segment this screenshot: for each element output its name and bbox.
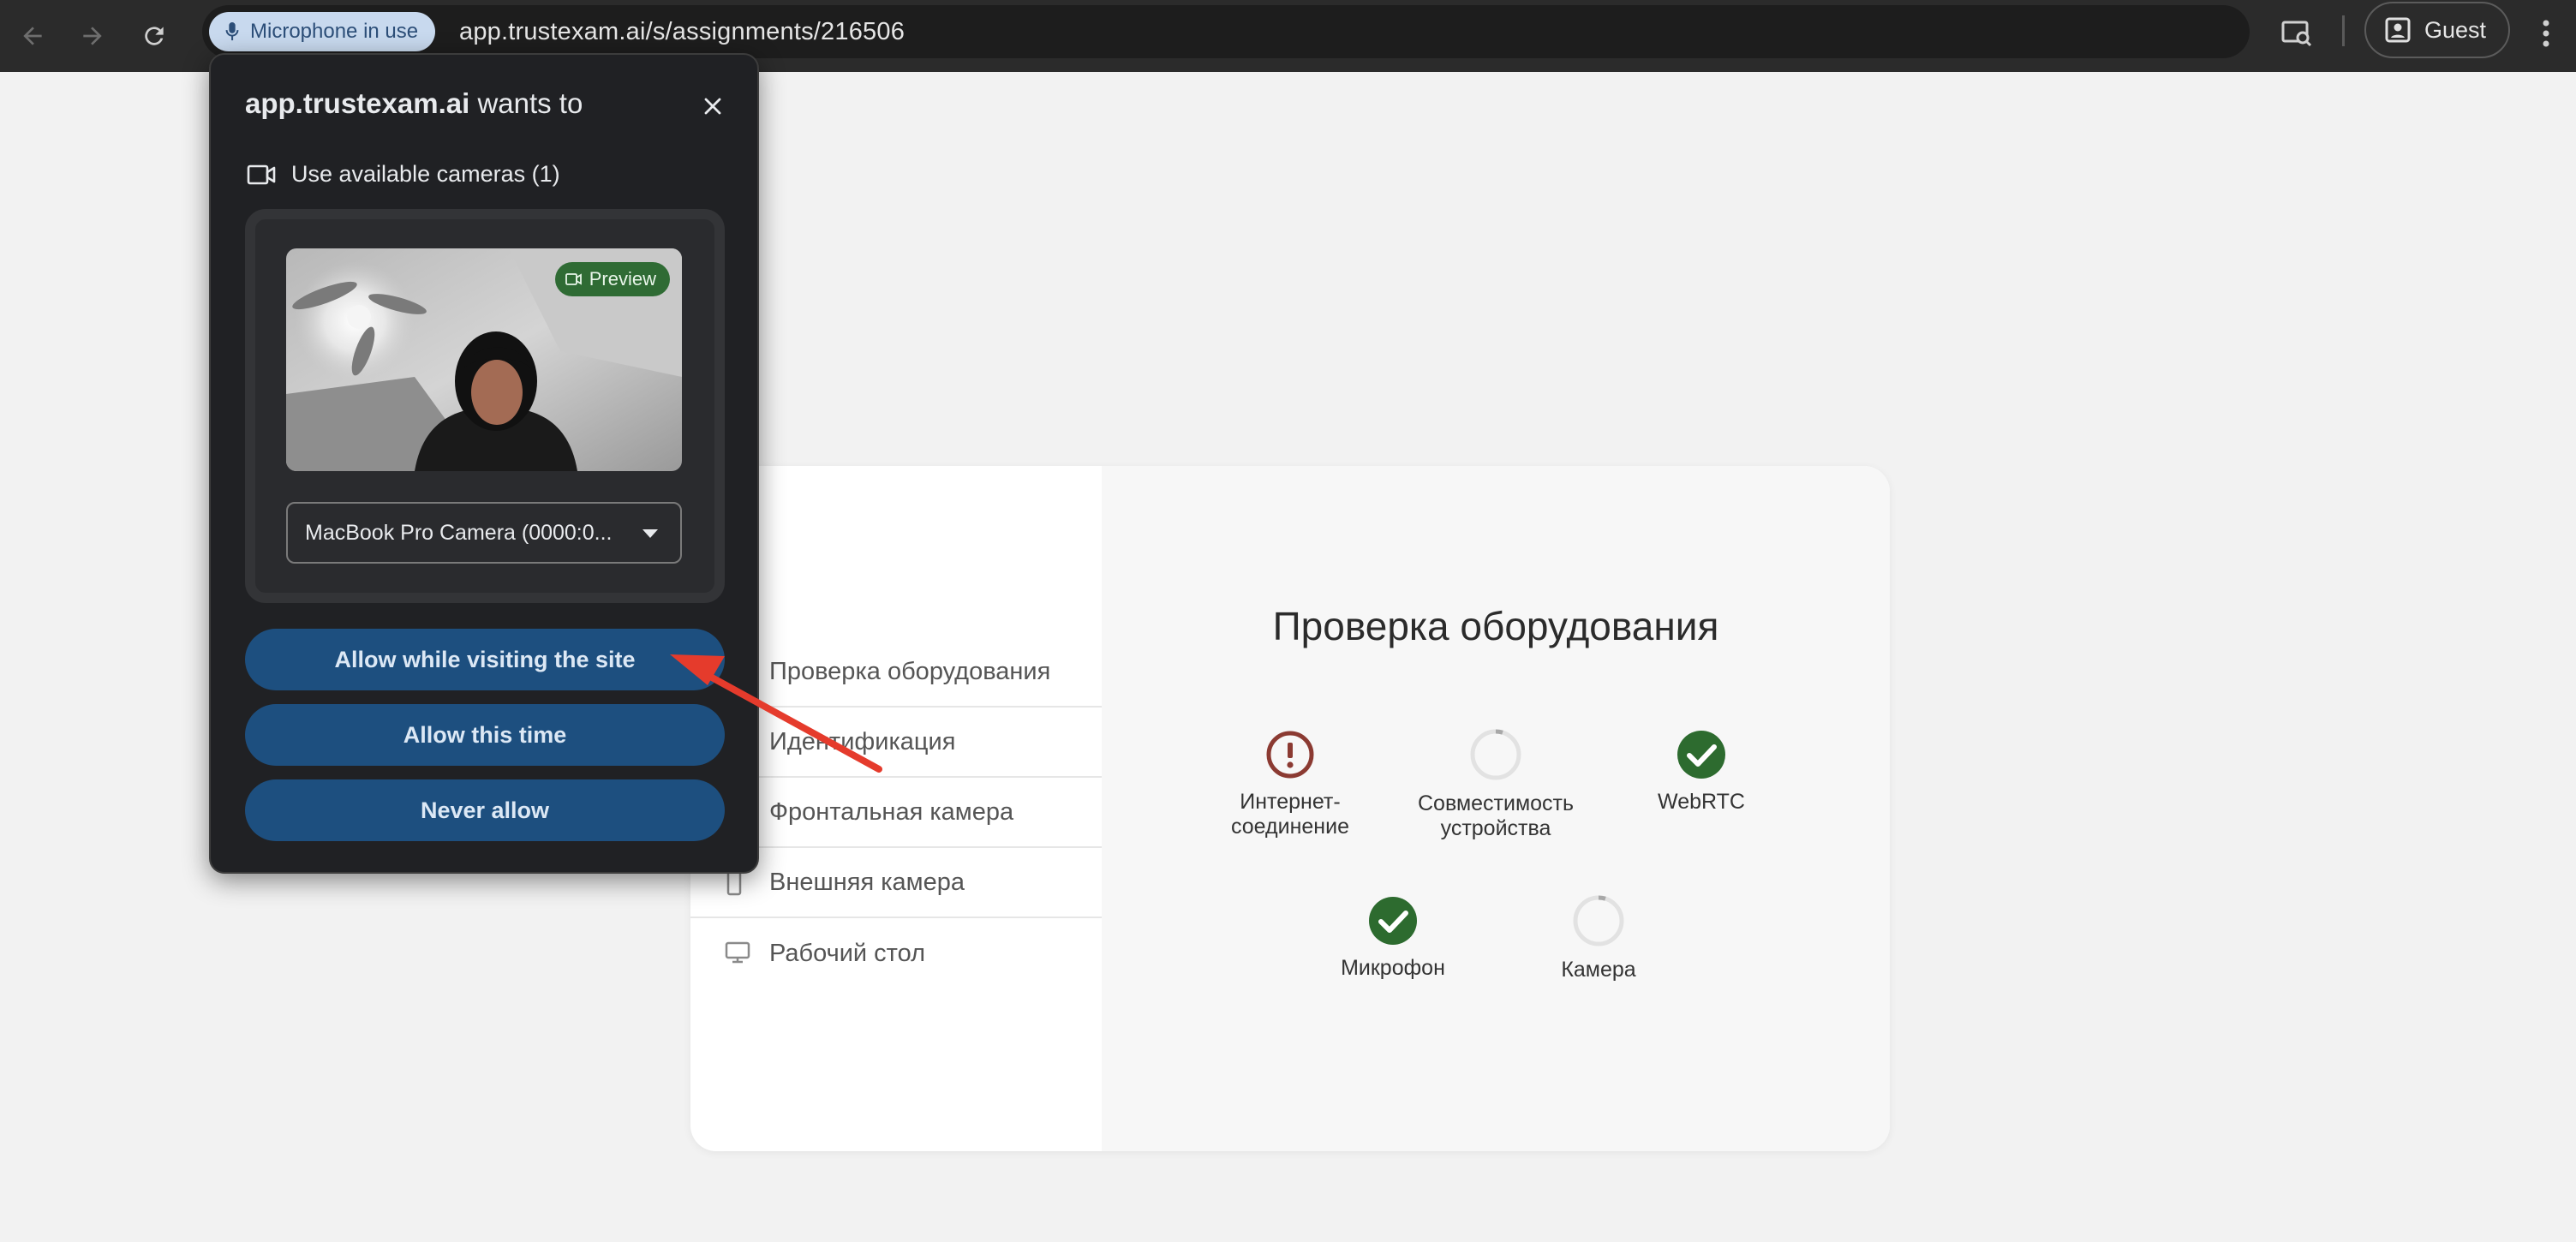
back-arrow-icon	[23, 27, 42, 45]
close-button[interactable]	[696, 89, 730, 123]
check-microphone: Микрофон	[1290, 896, 1496, 981]
camera-permission-label: Use available cameras (1)	[291, 161, 560, 187]
reload-icon	[145, 27, 164, 45]
video-camera-icon	[247, 164, 276, 184]
forward-button[interactable]	[67, 10, 118, 62]
url-text[interactable]: app.trustexam.ai/s/assignments/216506	[459, 5, 905, 58]
camera-permission-popup: app.trustexam.ai wants to Use available …	[209, 53, 759, 874]
address-bar[interactable]: Microphone in use app.trustexam.ai/s/ass…	[202, 5, 2250, 58]
loading-spinner-icon	[1573, 895, 1624, 946]
step-label: Идентификация	[769, 727, 956, 755]
dropdown-caret-icon	[643, 529, 658, 538]
step-label: Внешняя камера	[769, 868, 965, 896]
page-title: Проверка оборудования	[1272, 604, 1719, 648]
close-icon	[704, 98, 721, 115]
loading-spinner-icon	[1470, 729, 1521, 780]
popup-title-suffix: wants to	[477, 87, 583, 119]
cast-search-button[interactable]	[2275, 12, 2318, 55]
step-label: Рабочий стол	[769, 939, 926, 967]
monitor-icon	[725, 941, 750, 964]
allow-this-time-label: Allow this time	[403, 721, 567, 748]
allow-while-visiting-label: Allow while visiting the site	[334, 646, 636, 672]
camera-select-value: MacBook Pro Camera (0000:0...	[305, 520, 613, 545]
camera-select[interactable]: MacBook Pro Camera (0000:0...	[286, 502, 682, 564]
profile-button[interactable]: Guest	[2364, 2, 2510, 58]
profile-icon	[2385, 17, 2411, 43]
browser-menu-button[interactable]	[2529, 12, 2563, 55]
equipment-check-card: Проверка оборудования Идентификация Фрон…	[690, 466, 1890, 1151]
check-label-line2: соединение	[1231, 815, 1349, 839]
preview-badge: Preview	[554, 262, 670, 296]
step-desktop[interactable]: Рабочий стол	[690, 918, 1102, 988]
back-button[interactable]	[7, 10, 58, 62]
check-label: WebRTC	[1658, 790, 1745, 814]
popup-site: app.trustexam.ai	[245, 87, 470, 119]
never-allow-button[interactable]: Never allow	[245, 779, 725, 841]
check-internet: Интернет- соединение	[1187, 730, 1393, 839]
reload-button[interactable]	[129, 10, 180, 62]
check-label: Микрофон	[1341, 956, 1445, 980]
camera-preview-video: Preview	[286, 248, 682, 471]
microphone-icon	[225, 22, 239, 41]
step-label: Проверка оборудования	[769, 657, 1051, 685]
microphone-chip-label: Microphone in use	[250, 20, 419, 43]
video-camera-icon	[565, 273, 582, 285]
allow-this-time-button[interactable]: Allow this time	[245, 704, 725, 766]
check-webrtc: WebRTC	[1599, 730, 1804, 815]
kebab-menu-icon	[2543, 20, 2549, 47]
microphone-in-use-chip[interactable]: Microphone in use	[209, 12, 436, 51]
error-icon	[1266, 731, 1314, 779]
phone-icon	[726, 870, 742, 896]
camera-permission-row: Use available cameras (1)	[247, 161, 560, 188]
toolbar-separator	[2342, 15, 2345, 46]
success-check-icon	[1369, 897, 1417, 945]
camera-preview-panel: Preview MacBook Pro Camera (0000:0...	[245, 209, 725, 603]
step-label: Фронтальная камера	[769, 797, 1014, 826]
check-device-compatibility: Совместимость устройства	[1393, 728, 1599, 841]
preview-badge-label: Preview	[589, 268, 656, 290]
cast-search-icon	[2281, 21, 2312, 47]
check-label: Совместимость	[1417, 791, 1575, 815]
popup-title: app.trustexam.ai wants to	[245, 87, 583, 120]
check-label: Интернет-	[1240, 790, 1341, 814]
check-label: Камера	[1561, 958, 1636, 982]
check-label-line2: устройства	[1440, 816, 1551, 840]
profile-label: Guest	[2424, 16, 2487, 43]
never-allow-label: Never allow	[420, 797, 550, 823]
check-camera: Камера	[1496, 894, 1701, 982]
success-check-icon	[1677, 731, 1725, 779]
allow-while-visiting-button[interactable]: Allow while visiting the site	[245, 629, 725, 690]
forward-arrow-icon	[83, 27, 102, 45]
